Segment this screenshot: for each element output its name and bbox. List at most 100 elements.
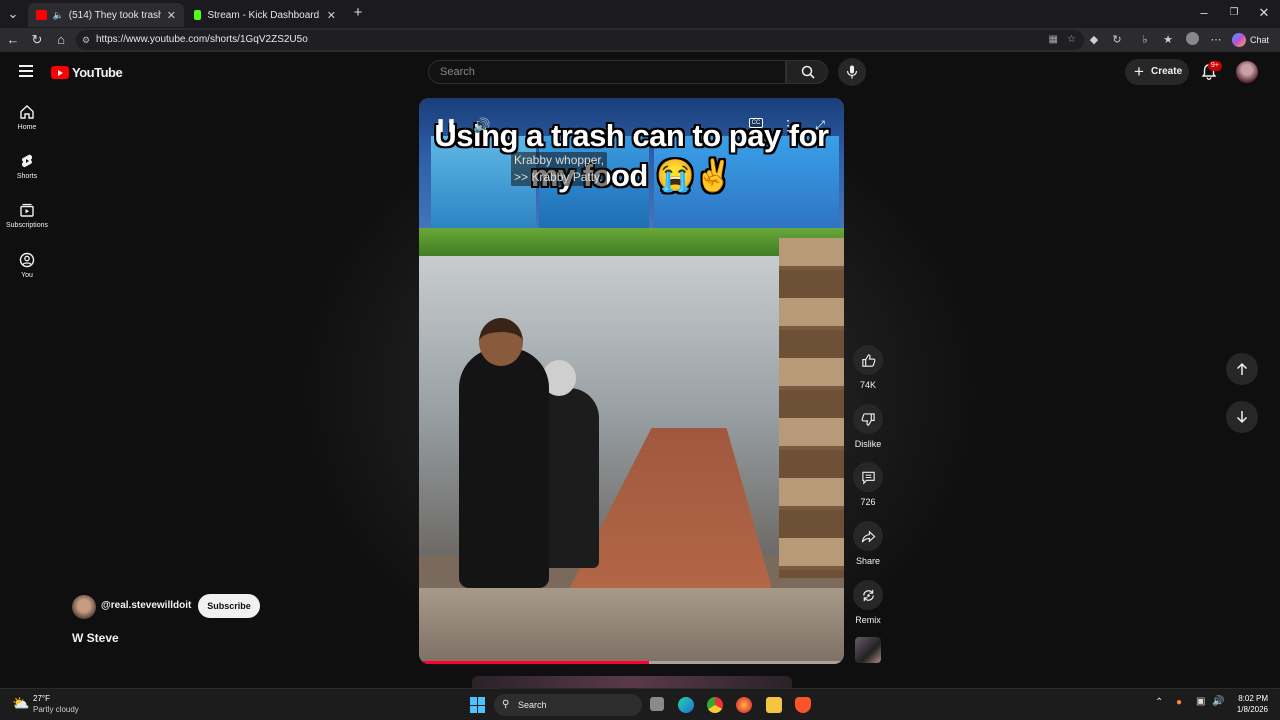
counter-scene — [419, 588, 844, 664]
share-button[interactable]: Share — [848, 521, 888, 566]
taskbar-search-label: Search — [518, 700, 547, 710]
browser-tab-bar: ⌄ 🔈 (514) They took trashcan pay ✕ Strea… — [0, 0, 1280, 28]
closed-captions-icon[interactable]: CC — [749, 118, 763, 128]
edge-icon[interactable] — [678, 697, 694, 713]
chat-label: Chat — [1250, 35, 1270, 45]
video-progress-bar[interactable] — [419, 661, 844, 664]
firefox-icon[interactable] — [736, 697, 752, 713]
hamburger-menu-icon[interactable] — [19, 65, 33, 77]
restore-button[interactable]: ❐ — [1226, 5, 1242, 21]
thumbs-up-icon — [861, 353, 875, 367]
reload-icon[interactable]: ↻ — [29, 32, 45, 48]
profile-icon[interactable] — [1184, 32, 1200, 48]
caption-line: >> Krabby Patty. — [514, 170, 603, 184]
worker-foreground — [459, 318, 549, 588]
close-tab-icon[interactable]: ✕ — [327, 9, 336, 22]
search-icon — [801, 65, 815, 79]
chrome-icon[interactable] — [707, 697, 723, 713]
back-icon[interactable]: ← — [5, 32, 21, 48]
progress-fill — [419, 661, 649, 664]
network-icon[interactable]: ▣ — [1196, 696, 1205, 707]
extension-icon[interactable]: ↻ — [1109, 32, 1125, 48]
pause-icon[interactable]: ❚❚ — [435, 114, 457, 136]
account-avatar[interactable] — [1236, 61, 1258, 83]
shorts-icon — [21, 154, 33, 168]
start-button-icon[interactable] — [470, 697, 486, 713]
taskbar-search[interactable]: ⚲ Search — [494, 694, 642, 716]
youtube-logo[interactable]: YouTube — [51, 65, 123, 80]
file-explorer-icon[interactable] — [766, 697, 782, 713]
subscribe-button[interactable]: Subscribe — [198, 594, 260, 618]
microphone-tray-icon[interactable]: ● — [1176, 697, 1182, 708]
remix-button[interactable]: Remix — [848, 580, 888, 625]
task-view-icon[interactable] — [650, 697, 664, 711]
sound-thumbnail[interactable] — [855, 637, 881, 663]
logo-text: YouTube — [72, 65, 123, 80]
sidebar-item-subscriptions[interactable]: Subscriptions — [0, 202, 54, 229]
extension-diamond-icon[interactable]: ◆ — [1086, 32, 1102, 48]
channel-avatar[interactable] — [72, 595, 96, 619]
comments-button[interactable]: 726 — [848, 462, 888, 507]
tab-title: Stream - Kick Dashboard — [207, 9, 320, 21]
tab-title: (514) They took trashcan pay — [68, 9, 161, 21]
more-menu-icon[interactable]: ⋯ — [1208, 32, 1224, 48]
weather-temperature[interactable]: 27°F — [33, 694, 50, 703]
sidebar-item-shorts[interactable]: Shorts — [0, 153, 54, 180]
channel-handle[interactable]: @real.stevewilldoit — [101, 600, 191, 611]
subscriptions-icon — [20, 203, 34, 217]
kick-favicon-icon — [194, 10, 202, 20]
clock-time[interactable]: 8:02 PM — [1232, 694, 1268, 703]
extensions-puzzle-icon[interactable]: ♭ — [1137, 32, 1153, 48]
favorite-star-icon[interactable]: ☆ — [1067, 30, 1076, 50]
next-short-button[interactable] — [1226, 401, 1258, 433]
copilot-chat-button[interactable]: Chat — [1232, 31, 1269, 49]
you-icon — [19, 252, 35, 268]
volume-icon[interactable]: 🔊 — [471, 114, 493, 136]
sidebar-item-home[interactable]: Home — [0, 104, 54, 131]
close-tab-icon[interactable]: ✕ — [167, 9, 176, 22]
create-button[interactable]: Create — [1125, 59, 1189, 85]
notification-badge: 9+ — [1208, 61, 1222, 71]
arrow-down-icon — [1236, 411, 1248, 424]
voice-search-button[interactable] — [838, 58, 866, 86]
shorts-video-player[interactable]: Using a trash can to pay for my food 😭✌️… — [419, 98, 844, 664]
arrow-up-icon — [1236, 362, 1248, 375]
site-info-icon[interactable]: ⚙ — [82, 30, 90, 50]
tab-list-button[interactable]: ⌄ — [5, 6, 21, 22]
tab-youtube[interactable]: 🔈 (514) They took trashcan pay ✕ — [28, 3, 184, 27]
app-available-icon[interactable]: ▦ — [1049, 30, 1058, 50]
home-browser-icon[interactable]: ⌂ — [53, 32, 69, 48]
share-icon — [861, 530, 875, 542]
video-title[interactable]: W Steve — [72, 631, 119, 645]
remix-label: Remix — [855, 615, 881, 625]
clock-date[interactable]: 1/8/2026 — [1228, 705, 1268, 714]
search-button[interactable] — [786, 60, 828, 84]
sidebar-item-label: You — [21, 272, 33, 279]
show-hidden-icons[interactable]: ⌃ — [1155, 697, 1163, 708]
remix-icon — [862, 589, 874, 601]
search-input[interactable]: Search — [428, 60, 786, 84]
minimize-button[interactable]: – — [1196, 5, 1212, 21]
tab-kick[interactable]: Stream - Kick Dashboard ✕ — [186, 3, 344, 27]
windows-taskbar: ⛅ 27°F Partly cloudy ⚲ Search ⌃ ● ▣ 🔊 8:… — [0, 688, 1280, 720]
more-options-icon[interactable]: ⋮ — [777, 114, 799, 136]
sidebar-item-you[interactable]: You — [0, 252, 54, 279]
favorites-icon[interactable]: ★ — [1160, 32, 1176, 48]
volume-tray-icon[interactable]: 🔊 — [1212, 696, 1224, 707]
close-window-button[interactable]: ✕ — [1256, 5, 1272, 21]
wood-wall — [779, 238, 844, 578]
weather-description[interactable]: Partly cloudy — [33, 705, 79, 714]
sidebar-item-label: Home — [17, 124, 37, 131]
weather-icon[interactable]: ⛅ — [12, 695, 29, 712]
sidebar-item-label: Subscriptions — [5, 222, 49, 229]
like-button[interactable]: 74K — [848, 345, 888, 390]
fullscreen-icon[interactable]: ⤢ — [809, 114, 831, 136]
youtube-favicon-icon — [36, 10, 47, 20]
url-field[interactable]: ⚙ https://www.youtube.com/shorts/1GqV2ZS… — [76, 30, 1084, 50]
comment-icon — [861, 471, 875, 484]
dislike-button[interactable]: Dislike — [848, 404, 888, 449]
brave-icon[interactable] — [795, 697, 811, 713]
new-tab-button[interactable]: + — [350, 5, 366, 21]
url-text: https://www.youtube.com/shorts/1GqV2ZS2U… — [96, 34, 308, 45]
previous-short-button[interactable] — [1226, 353, 1258, 385]
